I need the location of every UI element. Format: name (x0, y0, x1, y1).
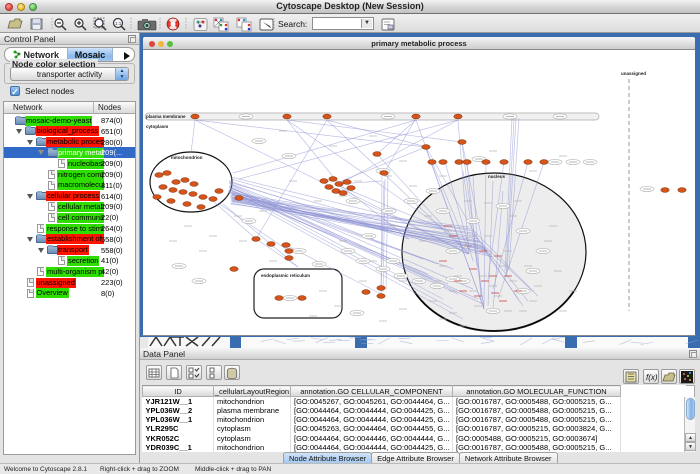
svg-text:unassigned: unassigned (621, 71, 646, 76)
svg-text:endoplasmic reticulum: endoplasmic reticulum (261, 273, 310, 278)
svg-text:1:1: 1:1 (115, 21, 122, 26)
svg-text:cytoplasm: cytoplasm (146, 124, 168, 129)
svg-text:nucleus: nucleus (488, 174, 506, 179)
svg-text:plasma membrane: plasma membrane (146, 114, 186, 119)
svg-text:f(x): f(x) (646, 373, 658, 382)
svg-text:mitochondrion: mitochondrion (171, 155, 203, 160)
